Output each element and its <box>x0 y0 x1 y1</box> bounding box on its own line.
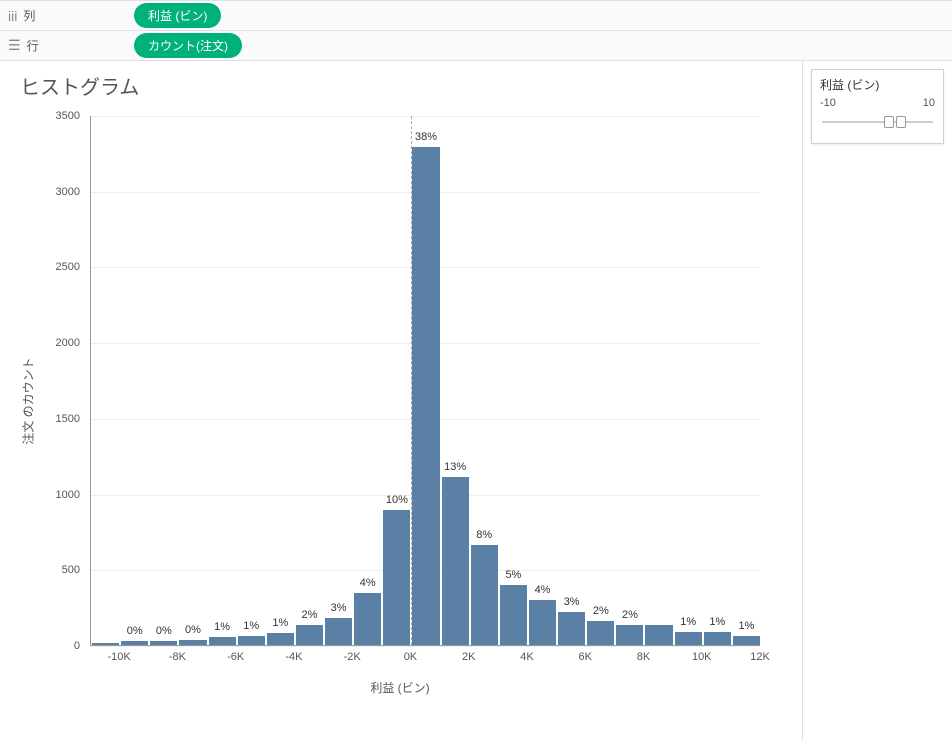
range-slider[interactable] <box>820 113 935 131</box>
y-tick-label: 3000 <box>20 186 80 198</box>
histogram-bar[interactable] <box>325 618 352 645</box>
x-tick-label: -2K <box>344 651 361 663</box>
histogram-bar[interactable] <box>296 625 323 645</box>
chart-container: 注文 のカウント 0 500 1000 1500 2000 2500 3000 3500 0%… <box>20 106 780 696</box>
filter-pane: 利益 (ビン) -10 10 <box>802 61 952 741</box>
bar-percent-label: 1% <box>709 616 725 628</box>
filter-range: -10 10 <box>820 97 935 109</box>
bar-percent-label: 0% <box>156 625 172 637</box>
rows-label-text: 行 <box>27 37 39 54</box>
bar-percent-label: 2% <box>622 609 638 621</box>
viz-pane: ヒストグラム 注文 のカウント 0 500 1000 1500 2000 2500 3000… <box>0 61 802 741</box>
x-tick-label: 6K <box>578 651 591 663</box>
bar-percent-label: 8% <box>476 529 492 541</box>
histogram-bar[interactable] <box>354 593 381 645</box>
y-axis-title: 注文 のカウント <box>20 357 37 444</box>
slider-handle-max[interactable] <box>896 116 906 128</box>
bar-percent-label: 2% <box>302 609 318 621</box>
bar-percent-label: 13% <box>444 461 466 473</box>
chart-title: ヒストグラム <box>20 71 782 100</box>
bar-percent-label: 3% <box>564 596 580 608</box>
columns-icon: iii <box>8 8 17 24</box>
histogram-bar[interactable] <box>587 621 614 645</box>
shelf-area: iii 列 利益 (ビン) ☰ 行 カウント(注文) <box>0 0 952 61</box>
histogram-bar[interactable] <box>442 477 469 645</box>
histogram-bar[interactable] <box>500 585 527 645</box>
filter-max: 10 <box>923 97 935 109</box>
histogram-bar[interactable] <box>558 612 585 645</box>
x-tick-label: 4K <box>520 651 533 663</box>
bar-percent-label: 10% <box>386 494 408 506</box>
columns-shelf-label: iii 列 <box>0 7 130 24</box>
bar-percent-label: 1% <box>680 616 696 628</box>
slider-track <box>822 121 933 123</box>
histogram-bar[interactable] <box>616 625 643 645</box>
bar-percent-label: 38% <box>415 131 437 143</box>
x-tick-label: -6K <box>227 651 244 663</box>
chart-plot-area[interactable]: 0% 0% 0% 1% 1% 1% 2% 3% 4% 10% 38% 13% 8% 5% 4% 3% 2% 2% 1… <box>90 116 760 646</box>
histogram-bar[interactable] <box>383 510 410 645</box>
slider-handle-min[interactable] <box>884 116 894 128</box>
columns-shelf[interactable]: iii 列 利益 (ビン) <box>0 0 952 30</box>
filter-title: 利益 (ビン) <box>820 76 935 93</box>
x-axis-title: 利益 (ビン) <box>370 679 429 696</box>
histogram-bar[interactable] <box>179 640 206 645</box>
histogram-bar[interactable] <box>92 643 119 645</box>
histogram-bar[interactable] <box>209 637 236 645</box>
bar-percent-label: 1% <box>738 620 754 632</box>
filter-card[interactable]: 利益 (ビン) -10 10 <box>811 69 944 144</box>
main-area: ヒストグラム 注文 のカウント 0 500 1000 1500 2000 2500 3000… <box>0 61 952 741</box>
histogram-bar[interactable] <box>675 632 702 645</box>
bar-percent-label: 4% <box>360 577 376 589</box>
y-tick-label: 1500 <box>20 413 80 425</box>
y-tick-label: 2000 <box>20 337 80 349</box>
histogram-bar[interactable] <box>471 545 498 645</box>
histogram-bar[interactable] <box>238 636 265 645</box>
histogram-bar[interactable] <box>733 636 760 645</box>
histogram-bar[interactable] <box>645 625 672 645</box>
columns-pill[interactable]: 利益 (ビン) <box>134 3 221 28</box>
histogram-bar[interactable] <box>267 633 294 645</box>
x-tick-label: 8K <box>637 651 650 663</box>
x-tick-label: 10K <box>692 651 712 663</box>
y-tick-label: 0 <box>20 640 80 652</box>
x-tick-label: -8K <box>169 651 186 663</box>
bar-percent-label: 1% <box>243 620 259 632</box>
x-tick-label: 2K <box>462 651 475 663</box>
histogram-bar[interactable] <box>121 641 148 645</box>
bar-percent-label: 2% <box>593 605 609 617</box>
bar-percent-label: 1% <box>272 617 288 629</box>
bar-percent-label: 4% <box>535 584 551 596</box>
bar-percent-label: 5% <box>505 569 521 581</box>
y-tick-label: 1000 <box>20 489 80 501</box>
histogram-bar[interactable] <box>412 147 439 645</box>
histogram-bar[interactable] <box>529 600 556 645</box>
rows-shelf-label: ☰ 行 <box>0 37 130 54</box>
bar-percent-label: 0% <box>185 624 201 636</box>
rows-pill[interactable]: カウント(注文) <box>134 33 242 58</box>
bar-percent-label: 3% <box>331 602 347 614</box>
filter-min: -10 <box>820 97 836 109</box>
y-tick-label: 3500 <box>20 110 80 122</box>
histogram-bar[interactable] <box>150 641 177 645</box>
bar-percent-label: 0% <box>127 625 143 637</box>
rows-shelf[interactable]: ☰ 行 カウント(注文) <box>0 30 952 60</box>
x-tick-label: -4K <box>285 651 302 663</box>
x-tick-label: 0K <box>404 651 417 663</box>
y-tick-label: 2500 <box>20 261 80 273</box>
x-tick-label: -10K <box>108 651 131 663</box>
columns-label-text: 列 <box>23 7 35 24</box>
x-axis-ticks: -10K-8K-6K-4K-2K0K2K4K6K8K10K12K <box>90 651 760 671</box>
bar-percent-label: 1% <box>214 621 230 633</box>
rows-icon: ☰ <box>8 37 21 54</box>
histogram-bar[interactable] <box>704 632 731 645</box>
y-tick-label: 500 <box>20 564 80 576</box>
x-tick-label: 12K <box>750 651 770 663</box>
